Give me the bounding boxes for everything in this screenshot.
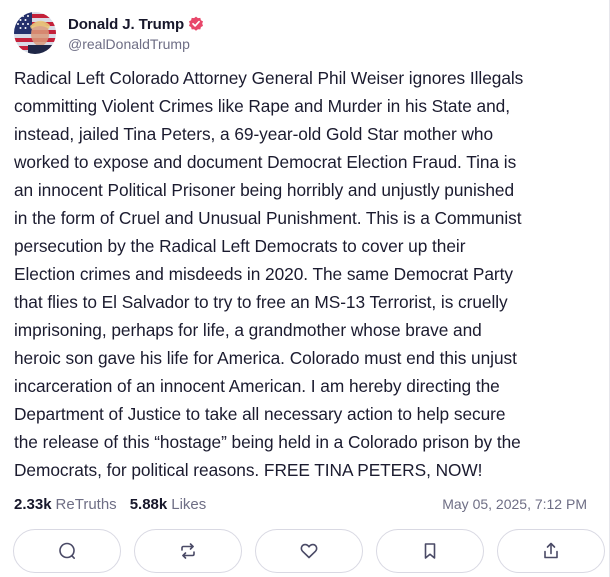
flag-portrait-avatar-icon [14,12,56,54]
likes-count: 5.88k [129,495,168,513]
author-names: Donald J. Trump @realDonaldTrump [68,14,204,52]
like-button[interactable] [255,529,363,573]
post-stats: 2.33k ReTruths 5.88k Likes May 05, 2025,… [14,494,587,514]
reply-button[interactable] [13,529,121,573]
user-handle[interactable]: @realDonaldTrump [68,36,204,52]
post-card: Donald J. Trump @realDonaldTrump Radical… [0,0,610,577]
post-timestamp[interactable]: May 05, 2025, 7:12 PM [442,496,587,512]
post-body-text: Radical Left Colorado Attorney General P… [14,68,524,480]
bookmark-icon [424,543,436,559]
avatar[interactable] [14,12,56,54]
retruth-button[interactable] [134,529,242,573]
speech-bubble-icon [59,542,75,559]
retruths-stat[interactable]: 2.33k ReTruths [14,496,117,513]
retruths-count: 2.33k [14,495,52,513]
display-name[interactable]: Donald J. Trump [68,16,184,33]
retruths-label: ReTruths [55,495,117,513]
post-header: Donald J. Trump @realDonaldTrump [14,12,204,54]
heart-icon [300,543,318,559]
likes-stat[interactable]: 5.88k Likes [130,496,207,513]
share-icon [544,542,558,559]
display-name-row: Donald J. Trump [68,14,204,34]
bookmark-button[interactable] [376,529,484,573]
share-button[interactable] [497,529,605,573]
repost-arrows-icon [181,543,195,559]
likes-label: Likes [171,495,207,513]
action-bar [13,529,605,573]
verified-badge-icon [188,16,204,32]
